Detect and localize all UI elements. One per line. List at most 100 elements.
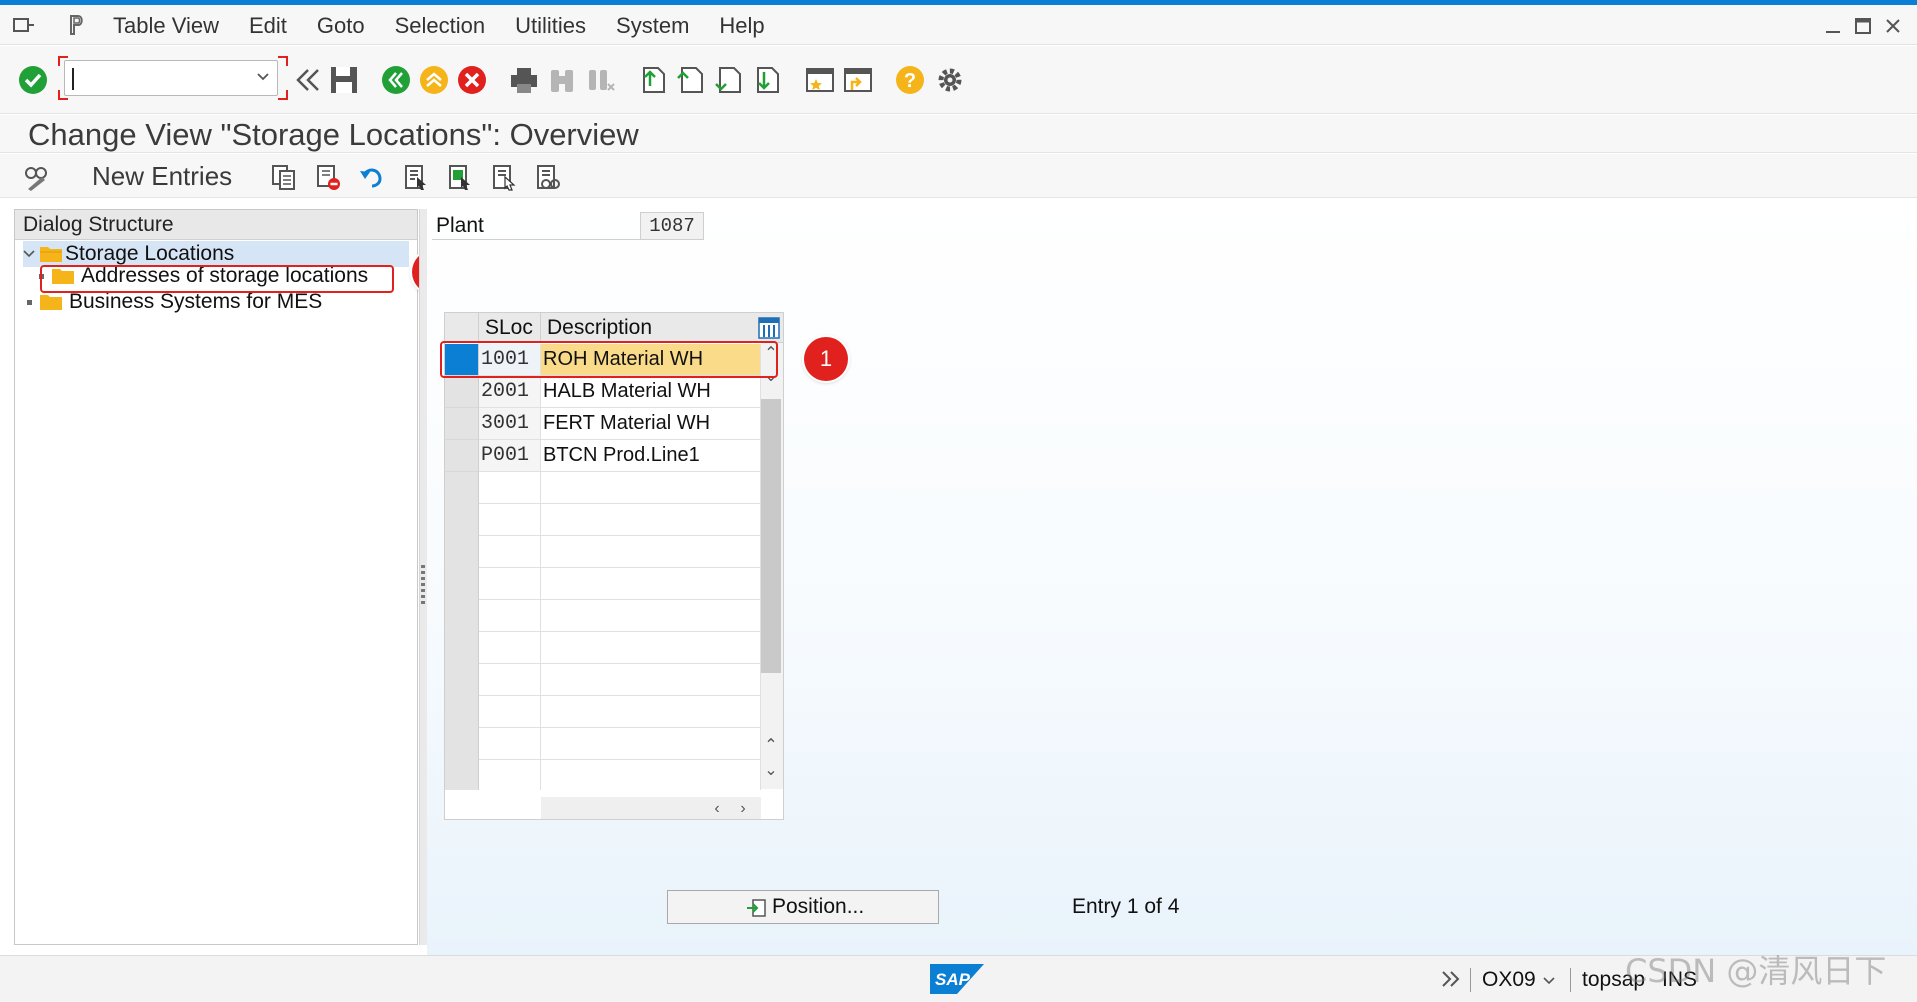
page-title: Change View "Storage Locations": Overvie… bbox=[28, 117, 639, 152]
save-icon[interactable] bbox=[328, 64, 360, 96]
tree-bullet bbox=[27, 300, 32, 305]
menu-edit[interactable]: Edit bbox=[234, 12, 302, 40]
select-block-icon[interactable] bbox=[446, 163, 474, 191]
position-button[interactable]: Position... bbox=[667, 890, 939, 924]
annotation-corner bbox=[278, 90, 288, 100]
horizontal-scrollbar[interactable] bbox=[541, 797, 761, 819]
cell-description[interactable]: HALB Material WH bbox=[541, 376, 761, 408]
standard-toolbar: ? bbox=[0, 46, 1917, 114]
row-selector-header[interactable] bbox=[445, 313, 479, 343]
menu-utilities[interactable]: Utilities bbox=[500, 12, 601, 40]
row-selector[interactable] bbox=[445, 376, 479, 408]
maximize-icon[interactable] bbox=[1852, 15, 1874, 37]
delete-icon[interactable] bbox=[314, 163, 342, 191]
status-divider bbox=[1570, 968, 1571, 992]
sap-logo-text: SAP bbox=[935, 970, 971, 989]
scroll-page-up-icon[interactable]: ⌃ bbox=[761, 738, 781, 754]
application-toolbar: New Entries bbox=[0, 154, 1917, 198]
annotation-corner bbox=[278, 56, 288, 66]
back-icon[interactable] bbox=[380, 64, 412, 96]
scroll-page-down-icon[interactable]: ⌄ bbox=[761, 763, 781, 779]
annotation-badge-1: 1 bbox=[804, 337, 848, 381]
print-field-list-icon[interactable] bbox=[534, 163, 562, 191]
find-icon[interactable] bbox=[546, 64, 578, 96]
menu-selection[interactable]: Selection bbox=[380, 12, 501, 40]
copy-as-icon[interactable] bbox=[270, 163, 298, 191]
column-header-description[interactable]: Description bbox=[541, 313, 783, 343]
personalize-icon[interactable] bbox=[66, 13, 90, 37]
row-selector[interactable] bbox=[445, 440, 479, 472]
select-all-icon[interactable] bbox=[402, 163, 430, 191]
cell-sloc[interactable]: P001 bbox=[479, 440, 541, 472]
expand-status-icon[interactable] bbox=[1440, 968, 1462, 990]
generate-shortcut-icon[interactable] bbox=[842, 64, 874, 96]
entry-count: Entry 1 of 4 bbox=[1072, 895, 1180, 918]
history-back-icon[interactable] bbox=[292, 64, 324, 96]
menu-system[interactable]: System bbox=[601, 12, 704, 40]
menu-bar: Table View Edit Goto Selection Utilities… bbox=[0, 5, 1917, 45]
scroll-left-icon[interactable]: ‹ bbox=[707, 801, 727, 817]
find-next-icon[interactable] bbox=[584, 64, 616, 96]
enter-check-icon[interactable] bbox=[17, 64, 49, 96]
cell-sloc[interactable]: 2001 bbox=[479, 376, 541, 408]
transaction-code: OX09 bbox=[1482, 968, 1536, 991]
cancel-icon[interactable] bbox=[456, 64, 488, 96]
row-selector[interactable] bbox=[445, 408, 479, 440]
cell-description[interactable]: FERT Material WH bbox=[541, 408, 761, 440]
command-field-wrapper bbox=[58, 56, 288, 100]
table-settings-icon[interactable] bbox=[758, 317, 780, 339]
new-entries-button[interactable]: New Entries bbox=[92, 160, 232, 192]
help-icon[interactable]: ? bbox=[894, 64, 926, 96]
next-page-icon[interactable] bbox=[712, 64, 744, 96]
annotation-highlight-box bbox=[440, 341, 778, 378]
annotation-corner bbox=[58, 90, 68, 100]
display-change-icon[interactable] bbox=[22, 163, 50, 191]
status-divider bbox=[1470, 968, 1471, 992]
first-page-icon[interactable] bbox=[636, 64, 668, 96]
gear-icon[interactable] bbox=[934, 64, 966, 96]
position-button-label: Position... bbox=[772, 895, 865, 918]
watermark: CSDN @清风日下 bbox=[1625, 952, 1887, 990]
text-caret bbox=[72, 68, 74, 90]
minimize-icon[interactable] bbox=[1822, 15, 1844, 37]
annotation-corner bbox=[58, 56, 68, 66]
chevron-down-icon[interactable] bbox=[1542, 976, 1556, 986]
menu-help[interactable]: Help bbox=[704, 12, 779, 40]
print-icon[interactable] bbox=[508, 64, 540, 96]
undo-icon[interactable] bbox=[358, 163, 386, 191]
svg-text:?: ? bbox=[904, 70, 916, 92]
menu-goto[interactable]: Goto bbox=[302, 12, 380, 40]
close-window-icon[interactable] bbox=[1882, 15, 1904, 37]
dialog-structure-pane: Dialog Structure Storage Locations Addre… bbox=[14, 209, 418, 945]
scrollbar-thumb[interactable] bbox=[761, 399, 781, 673]
empty-rows-description[interactable] bbox=[541, 472, 761, 790]
exit-icon[interactable] bbox=[418, 64, 450, 96]
chevron-down-icon[interactable] bbox=[256, 72, 270, 82]
column-header-sloc[interactable]: SLoc bbox=[479, 313, 541, 343]
row-selector-column bbox=[445, 472, 479, 790]
plant-label: Plant bbox=[436, 214, 484, 237]
empty-rows-sloc[interactable] bbox=[479, 472, 541, 790]
deselect-all-icon[interactable] bbox=[490, 163, 518, 191]
cell-sloc[interactable]: 3001 bbox=[479, 408, 541, 440]
scroll-right-icon[interactable]: › bbox=[733, 801, 753, 817]
create-session-icon[interactable] bbox=[804, 64, 836, 96]
title-bar: Change View "Storage Locations": Overvie… bbox=[0, 115, 1917, 153]
annotation-highlight-box bbox=[40, 265, 394, 293]
last-page-icon[interactable] bbox=[750, 64, 782, 96]
chevron-down-icon[interactable] bbox=[23, 249, 35, 259]
cell-description[interactable]: BTCN Prod.Line1 bbox=[541, 440, 761, 472]
sap-menu-icon[interactable] bbox=[12, 13, 36, 37]
sap-logo: SAP bbox=[930, 964, 984, 994]
position-icon bbox=[747, 899, 766, 917]
folder-icon bbox=[40, 295, 62, 310]
previous-page-icon[interactable] bbox=[674, 64, 706, 96]
menu-items: Table View Edit Goto Selection Utilities… bbox=[113, 12, 780, 40]
splitter-grip[interactable] bbox=[421, 565, 425, 607]
open-folder-icon bbox=[40, 247, 62, 262]
command-field[interactable] bbox=[64, 60, 278, 96]
dialog-structure-header: Dialog Structure bbox=[15, 210, 417, 240]
menu-table-view[interactable]: Table View bbox=[113, 12, 234, 40]
storage-locations-table: SLoc Description 1001 ROH Material WH 20… bbox=[444, 312, 784, 820]
plant-value: 1087 bbox=[640, 212, 704, 240]
